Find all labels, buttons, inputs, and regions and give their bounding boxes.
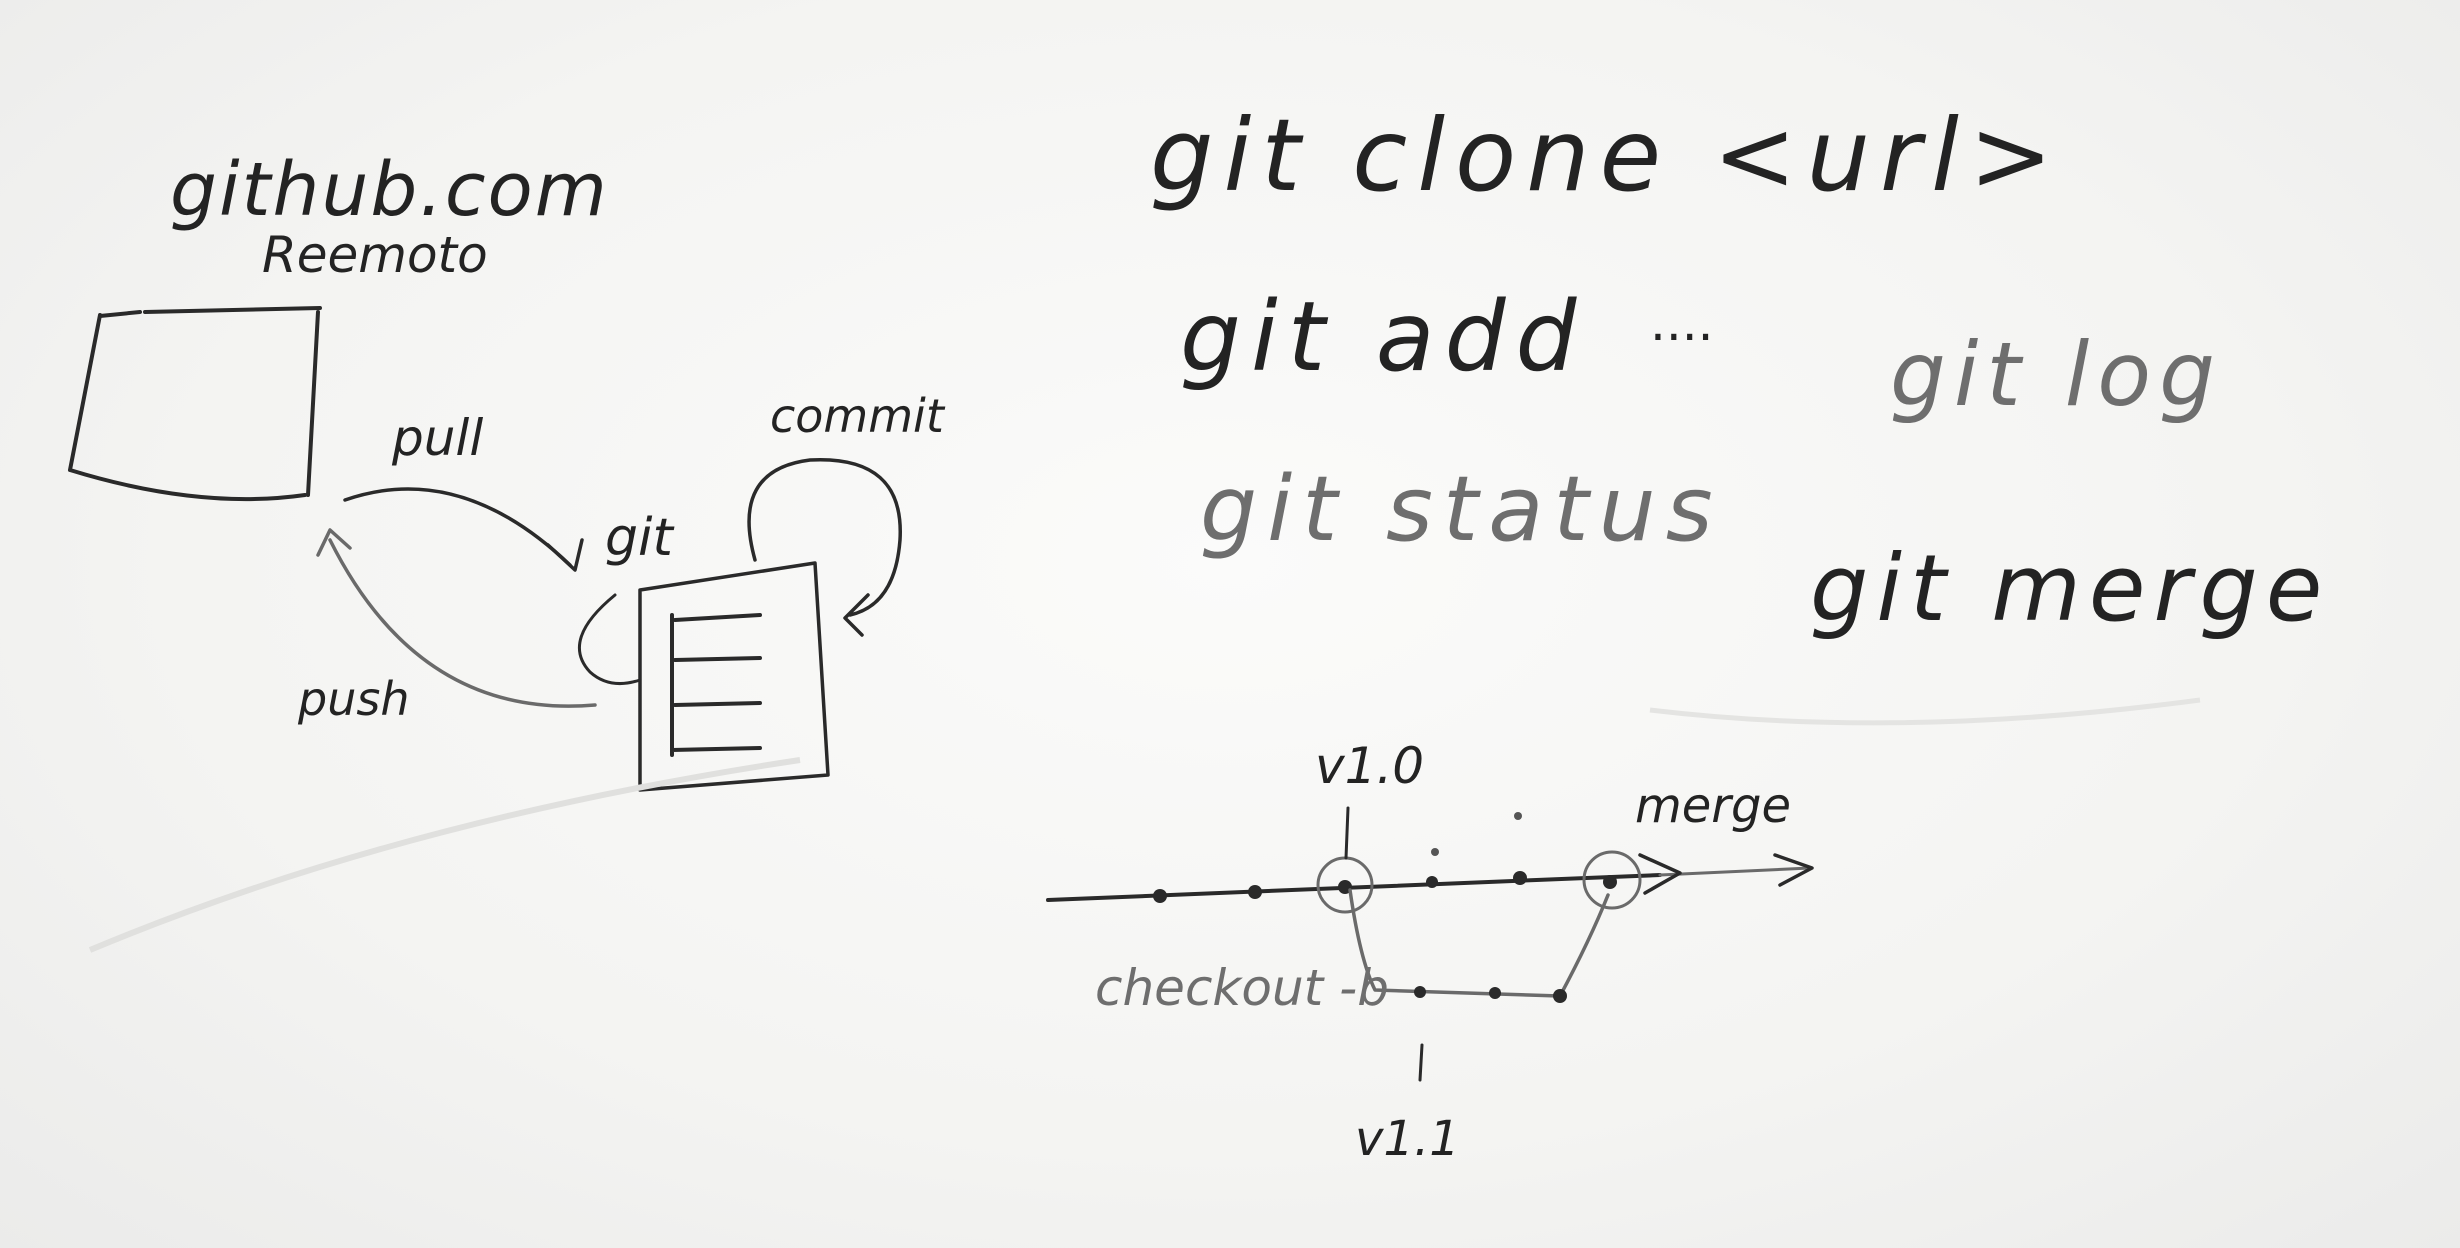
remote-repo-box (68, 306, 322, 502)
local-repo-box (638, 561, 830, 792)
tag-v10: v1.0 (1315, 737, 1424, 795)
v11-tick (1418, 1043, 1424, 1082)
feature-dot-3 (1553, 989, 1567, 1003)
remote-label: Reemoto (262, 226, 488, 284)
commit-dot-2 (1248, 885, 1262, 899)
feature-dot-2 (1489, 987, 1501, 999)
commit-loop-arrow (747, 458, 902, 617)
push-label: push (297, 672, 409, 726)
commit-dot-4-tick2 (1431, 848, 1439, 856)
cmd-clone: git clone <url> (1150, 97, 2063, 214)
local-hook (577, 593, 642, 686)
github-title: github.com (170, 147, 609, 233)
v10-tick (1344, 806, 1350, 860)
erased-mark-2 (1649, 697, 2201, 726)
cmd-add-dots: .... (1650, 294, 1714, 352)
commit-dot-4-tick (1514, 812, 1522, 820)
cmd-log: git log (1890, 323, 2223, 426)
whiteboard-canvas: github.com Reemoto pull git push commit … (0, 0, 2460, 1248)
commit-label: commit (770, 389, 946, 443)
cmd-status: git status (1200, 457, 1723, 562)
commit-dot-1 (1153, 889, 1167, 903)
merge-commit-dot (1603, 875, 1617, 889)
merge-label: merge (1635, 778, 1791, 834)
tag-v11: v1.1 (1355, 1111, 1460, 1167)
main-branch-extension (1658, 866, 1812, 877)
cmd-merge: git merge (1810, 535, 2330, 642)
pull-arrow-head (546, 538, 584, 572)
main-branch-line (1046, 873, 1662, 902)
commit-dot-4 (1513, 871, 1527, 885)
erased-mark-1 (88, 757, 801, 953)
pull-arrow (343, 487, 572, 567)
pull-label: pull (391, 409, 483, 467)
commit-dot-3 (1426, 876, 1438, 888)
git-workflow-sketch: github.com Reemoto pull git push commit … (68, 97, 2330, 1167)
feature-dot-1 (1414, 986, 1426, 998)
git-label: git (605, 508, 674, 568)
cmd-add: git add (1180, 281, 1586, 393)
checkout-label: checkout -b (1095, 959, 1389, 1017)
local-repo-inner (670, 613, 762, 757)
